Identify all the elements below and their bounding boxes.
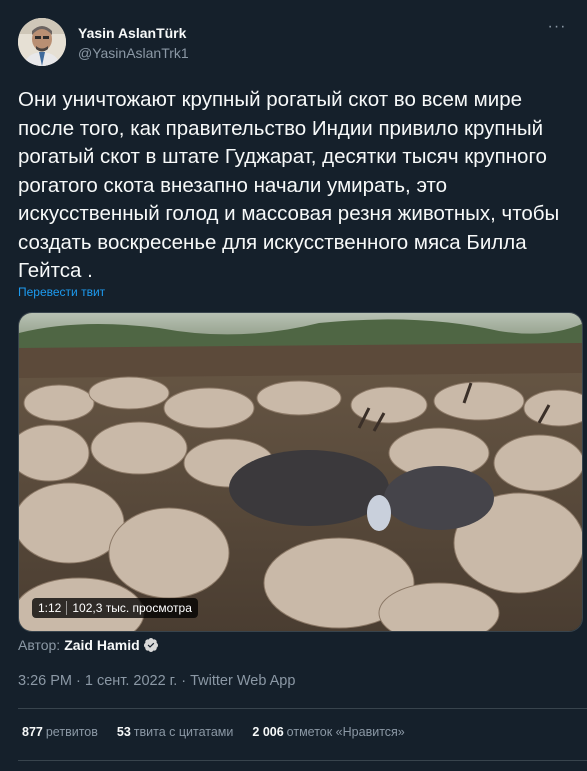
author-info[interactable]: Yasin AslanTürk @YasinAslanTrk1	[78, 24, 189, 62]
tweet-timestamp[interactable]: 3:26 PM · 1 сент. 2022 г. · Twitter Web …	[18, 673, 295, 689]
verified-badge-icon	[143, 638, 158, 652]
retweets-label: ретвитов	[45, 725, 98, 739]
quotes-label: твита с цитатами	[133, 725, 234, 739]
divider	[18, 760, 587, 761]
tweet: Yasin AslanTürk @YasinAslanTrk1 ··· Они …	[0, 0, 587, 771]
quotes-count: 53	[116, 725, 131, 739]
likes-label: отметок «Нравится»	[286, 725, 405, 739]
tweet-header: Yasin AslanTürk @YasinAslanTrk1 ···	[18, 18, 569, 70]
attribution-label: Автор:	[18, 637, 61, 653]
quotes-stat[interactable]: 53 твита с цитатами	[117, 725, 234, 739]
attribution-name[interactable]: Zaid Hamid	[64, 637, 139, 653]
tweet-video[interactable]: 1:12 102,3 тыс. просмотра	[18, 312, 583, 632]
likes-stat[interactable]: 2 006 отметок «Нравится»	[252, 725, 404, 739]
author-handle[interactable]: @YasinAslanTrk1	[78, 44, 189, 62]
retweets-stat[interactable]: 877 ретвитов	[22, 725, 98, 739]
tweet-stats: 877 ретвитов 53 твита с цитатами 2 006 отме…	[22, 725, 424, 739]
video-badge: 1:12 102,3 тыс. просмотра	[32, 598, 198, 618]
tweet-text: Они уничтожают крупный рогатый скот во в…	[18, 88, 560, 282]
translate-tweet-link[interactable]: Перевести твит	[18, 285, 105, 299]
avatar[interactable]	[18, 18, 66, 66]
author-display-name[interactable]: Yasin AslanTürk	[78, 24, 189, 42]
divider	[18, 708, 587, 709]
video-thumbnail	[19, 313, 582, 631]
likes-count: 2 006	[252, 725, 284, 739]
video-duration: 1:12	[38, 601, 62, 615]
retweets-count: 877	[22, 725, 43, 739]
video-views: 102,3 тыс. просмотра	[72, 601, 192, 615]
media-attribution: Автор: Zaid Hamid	[18, 637, 159, 653]
more-icon[interactable]: ···	[545, 19, 569, 44]
